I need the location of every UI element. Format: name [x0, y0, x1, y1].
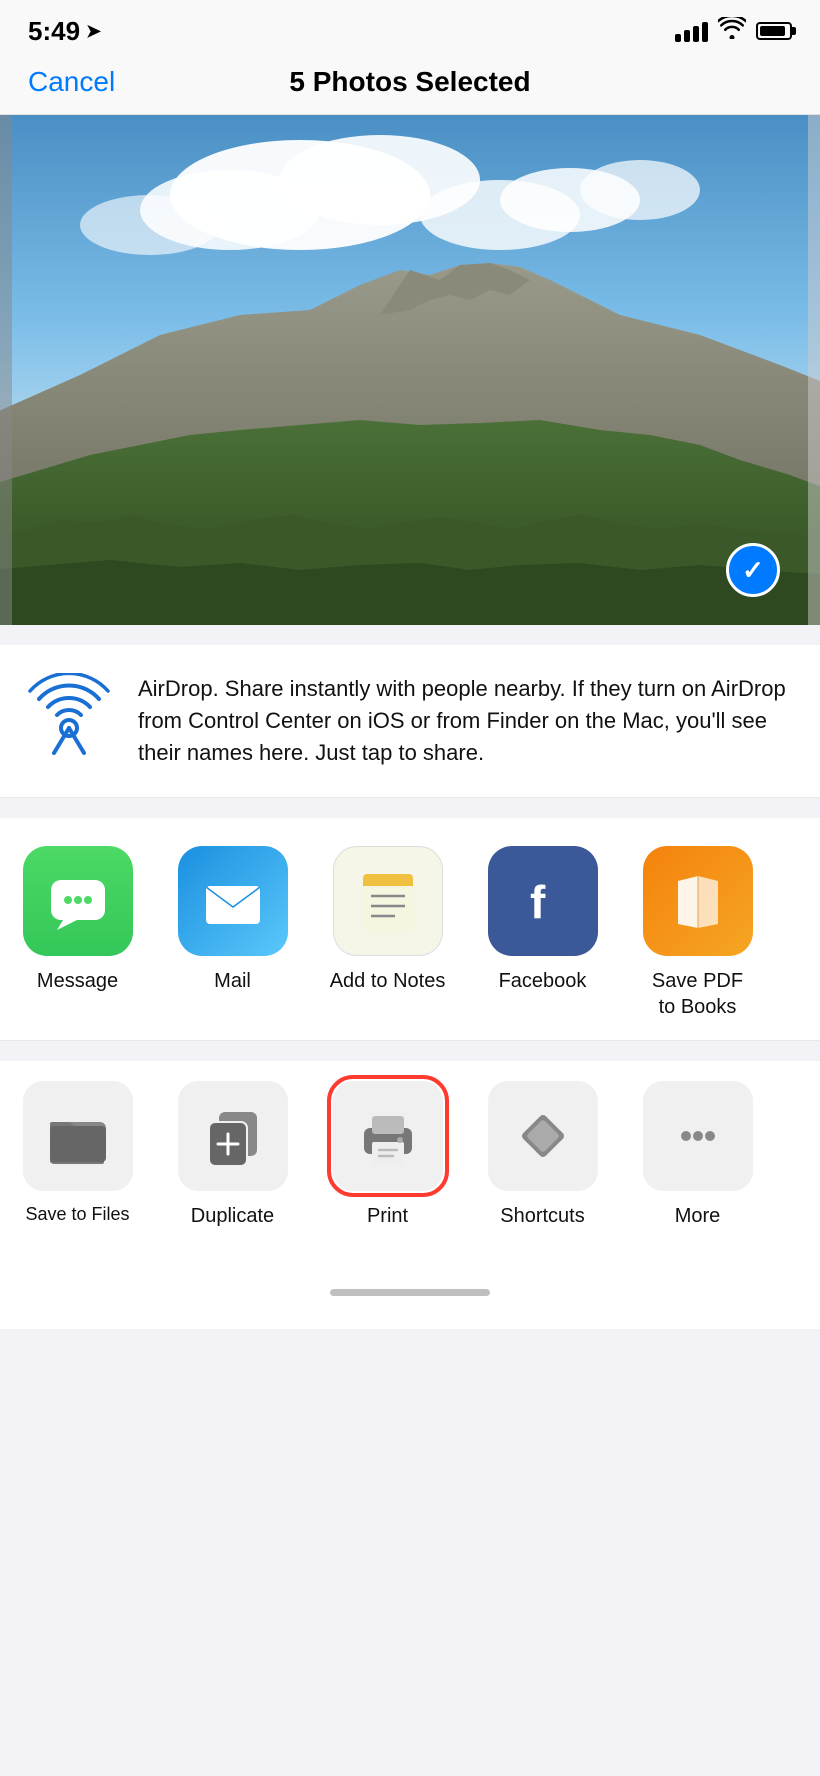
status-icons: [675, 17, 792, 45]
airdrop-section: AirDrop. Share instantly with people nea…: [0, 645, 820, 798]
action-print[interactable]: Print: [310, 1081, 465, 1229]
section-spacer-1: [0, 625, 820, 645]
share-message[interactable]: Message: [0, 846, 155, 994]
duplicate-label: Duplicate: [191, 1203, 274, 1229]
message-label: Message: [37, 968, 118, 994]
signal-icon: [675, 20, 708, 42]
mail-label: Mail: [214, 968, 251, 994]
photo-strip: [0, 115, 820, 625]
action-save-to-files[interactable]: Save to Files: [0, 1081, 155, 1226]
savepdf-icon: [643, 846, 753, 956]
message-icon: [23, 846, 133, 956]
photo-left-edge: [0, 115, 12, 625]
battery-icon: [756, 22, 792, 40]
shortcuts-label: Shortcuts: [500, 1203, 584, 1229]
action-row: Save to Files Duplicate: [0, 1061, 820, 1249]
section-spacer-3: [0, 1041, 820, 1061]
airdrop-description: AirDrop. Share instantly with people nea…: [138, 673, 796, 769]
app-share-row: Message Mail Add to Notes: [0, 818, 820, 1041]
section-spacer-2: [0, 798, 820, 818]
home-indicator: [330, 1289, 490, 1296]
shortcuts-icon: [488, 1081, 598, 1191]
facebook-label: Facebook: [499, 968, 587, 994]
more-label: More: [675, 1203, 721, 1229]
share-savepdf[interactable]: Save PDF to Books: [620, 846, 775, 1020]
share-mail[interactable]: Mail: [155, 846, 310, 994]
nav-bar: Cancel 5 Photos Selected: [0, 56, 820, 115]
notes-icon: [333, 846, 443, 956]
wifi-icon: [718, 17, 746, 45]
page-title: 5 Photos Selected: [289, 66, 530, 98]
bottom-safe-area: [0, 1249, 820, 1329]
action-duplicate[interactable]: Duplicate: [155, 1081, 310, 1229]
selection-checkmark[interactable]: [726, 543, 780, 597]
duplicate-icon: [178, 1081, 288, 1191]
airdrop-icon: [24, 673, 114, 763]
photo-right-edge: [808, 115, 820, 625]
action-more[interactable]: More: [620, 1081, 775, 1229]
action-shortcuts[interactable]: Shortcuts: [465, 1081, 620, 1229]
notes-label: Add to Notes: [330, 968, 446, 994]
share-notes[interactable]: Add to Notes: [310, 846, 465, 994]
svg-text:f: f: [530, 876, 546, 928]
share-facebook[interactable]: f Facebook: [465, 846, 620, 994]
save-to-files-icon: [23, 1081, 133, 1191]
status-time: 5:49 ➤: [28, 16, 101, 47]
print-icon: [333, 1081, 443, 1191]
mail-icon: [178, 846, 288, 956]
facebook-icon: f: [488, 846, 598, 956]
cancel-button[interactable]: Cancel: [28, 66, 115, 98]
status-bar: 5:49 ➤: [0, 0, 820, 56]
location-icon: ➤: [86, 21, 101, 42]
savepdf-label: Save PDF to Books: [652, 968, 743, 1020]
print-label: Print: [367, 1203, 408, 1229]
more-icon: [643, 1081, 753, 1191]
save-to-files-label: Save to Files: [25, 1203, 129, 1226]
time-label: 5:49: [28, 16, 80, 47]
